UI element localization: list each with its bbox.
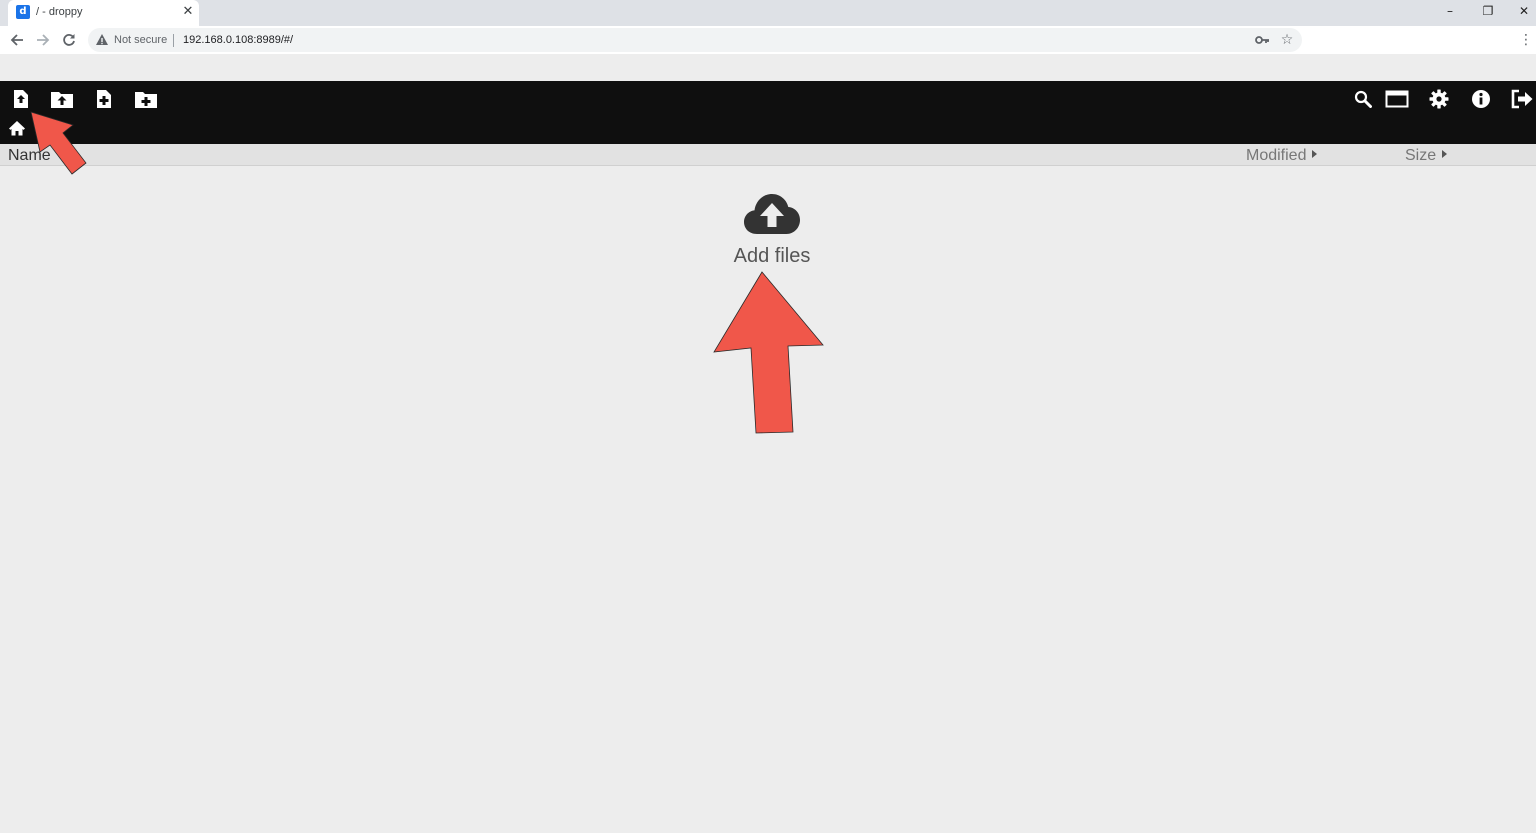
about-button[interactable] [1468, 87, 1494, 111]
gear-icon [1429, 89, 1449, 109]
forward-arrow-icon [37, 34, 50, 46]
tab-title: / - droppy [36, 6, 83, 18]
annotation-arrow-large [713, 271, 824, 434]
sort-caret-icon [1312, 150, 1318, 158]
split-view-button[interactable] [1384, 87, 1410, 111]
info-icon [1472, 90, 1490, 108]
breadcrumb-home[interactable] [6, 117, 28, 139]
add-files-dropzone[interactable]: Add files [692, 190, 852, 274]
reload-button[interactable] [59, 30, 79, 50]
url-text[interactable]: 192.168.0.108:8989/#/ [183, 34, 293, 46]
tab-close-icon[interactable]: ✕ [180, 3, 196, 21]
forward-button[interactable] [33, 30, 53, 50]
window-icon [1385, 90, 1409, 108]
add-files-label: Add files [733, 245, 811, 267]
warning-icon [96, 34, 108, 45]
modified-column-label: Modified [1246, 147, 1307, 164]
new-file-button[interactable] [91, 87, 117, 111]
modified-column-header[interactable]: Modified [1246, 147, 1318, 165]
upload-folder-icon [51, 92, 73, 108]
browser-tab-strip: d / - droppy ✕ – ❐ ✕ [0, 0, 1536, 26]
cloud-upload-icon [744, 194, 800, 234]
file-list-header: Name Modified Size [0, 144, 1536, 166]
name-column-header[interactable]: Name [8, 147, 51, 165]
new-file-icon [97, 90, 111, 108]
browser-toolbar: Not secure 192.168.0.108:8989/#/ ☆ ⋮ [0, 26, 1536, 54]
omnibox-divider [173, 34, 174, 47]
not-secure-label[interactable]: Not secure [114, 34, 167, 46]
app-header [0, 81, 1536, 144]
browser-menu-icon[interactable]: ⋮ [1516, 30, 1536, 50]
minimize-button[interactable]: – [1432, 0, 1468, 22]
size-column-label: Size [1405, 147, 1437, 164]
browser-tab[interactable]: d / - droppy ✕ [8, 0, 199, 26]
bookmark-star-icon[interactable]: ☆ [1278, 30, 1296, 50]
logout-icon [1511, 89, 1533, 109]
back-arrow-icon [10, 34, 23, 46]
back-button[interactable] [7, 30, 27, 50]
sort-caret-icon [1442, 150, 1448, 158]
size-column-header[interactable]: Size [1405, 147, 1448, 165]
upload-file-button[interactable] [8, 87, 34, 111]
search-button[interactable] [1350, 87, 1376, 111]
new-folder-button[interactable] [133, 87, 159, 111]
address-bar[interactable]: Not secure 192.168.0.108:8989/#/ ☆ [88, 28, 1302, 52]
upload-file-icon [14, 90, 28, 108]
search-icon [1354, 90, 1372, 108]
reload-icon [63, 34, 75, 46]
home-icon [9, 121, 25, 136]
key-icon[interactable] [1254, 32, 1270, 48]
logout-button[interactable] [1509, 87, 1535, 111]
settings-button[interactable] [1426, 87, 1452, 111]
droppy-favicon-icon: d [16, 5, 30, 19]
restore-button[interactable]: ❐ [1470, 0, 1506, 22]
upload-folder-button[interactable] [49, 87, 75, 111]
new-folder-icon [135, 92, 157, 108]
window-close-button[interactable]: ✕ [1506, 0, 1536, 22]
